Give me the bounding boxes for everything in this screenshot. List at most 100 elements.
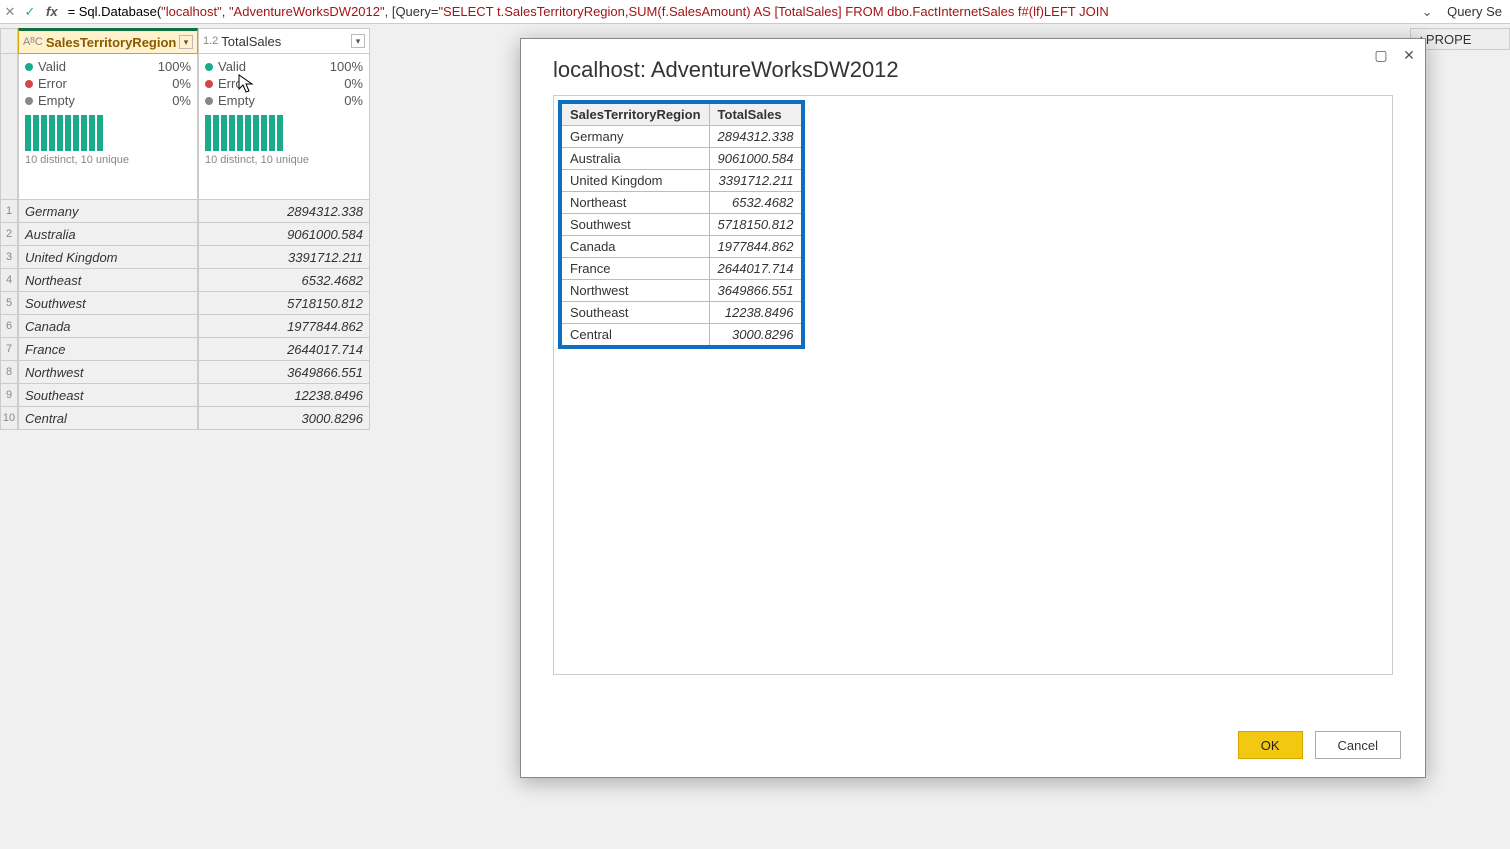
formula-expand-icon[interactable]: ⌄ (1415, 4, 1439, 20)
data-grid: AᴮC SalesTerritoryRegion ▾ 1.2 TotalSale… (0, 28, 372, 430)
maximize-icon[interactable]: ▢ (1371, 45, 1391, 65)
cell-sales[interactable]: 1977844.862 (198, 315, 370, 338)
formula-cancel-icon[interactable]: ✕ (0, 2, 20, 22)
formula-text[interactable]: = Sql.Database("localhost", "AdventureWo… (64, 4, 1416, 20)
cell-sales[interactable]: 2894312.338 (198, 200, 370, 223)
table-row[interactable]: 3United Kingdom3391712.211 (0, 246, 372, 269)
cell-sales[interactable]: 12238.8496 (198, 384, 370, 407)
table-row[interactable]: 10Central3000.8296 (0, 407, 372, 430)
row-number: 7 (0, 338, 18, 361)
row-number: 10 (0, 407, 18, 430)
cell-region[interactable]: United Kingdom (18, 246, 198, 269)
preview-col-sales: TotalSales (709, 102, 803, 126)
quality-gutter (0, 54, 18, 200)
preview-row: Germany2894312.338 (560, 126, 803, 148)
formula-str3: "SELECT t.SalesTerritoryRegion,SUM(f.Sal… (438, 4, 1108, 19)
preview-row: Northwest3649866.551 (560, 280, 803, 302)
empty-label: Empty (38, 92, 75, 109)
ok-button[interactable]: OK (1238, 731, 1303, 759)
error-dot-icon (205, 80, 213, 88)
cell-region[interactable]: Southeast (18, 384, 198, 407)
cell-region[interactable]: Central (18, 407, 198, 430)
cell-region[interactable]: Southwest (18, 292, 198, 315)
cell-sales[interactable]: 9061000.584 (198, 223, 370, 246)
preview-cell-region: Australia (560, 148, 709, 170)
preview-cell-sales: 2894312.338 (709, 126, 803, 148)
distribution-bars (205, 113, 363, 151)
error-label: Error (38, 75, 67, 92)
valid-dot-icon (205, 63, 213, 71)
error-label: Error (218, 75, 247, 92)
empty-dot-icon (205, 97, 213, 105)
preview-row: Australia9061000.584 (560, 148, 803, 170)
cell-sales[interactable]: 3391712.211 (198, 246, 370, 269)
formula-comma1: , (222, 4, 229, 19)
preview-cell-region: Northwest (560, 280, 709, 302)
column-filter-dropdown-icon[interactable]: ▾ (351, 34, 365, 48)
row-number: 3 (0, 246, 18, 269)
cancel-button[interactable]: Cancel (1315, 731, 1401, 759)
preview-row: Southeast12238.8496 (560, 302, 803, 324)
table-row[interactable]: 2Australia9061000.584 (0, 223, 372, 246)
formula-prefix: = Sql.Database( (68, 4, 162, 19)
query-settings-label: Query Se (1439, 4, 1510, 19)
preview-cell-sales: 3000.8296 (709, 324, 803, 348)
valid-dot-icon (25, 63, 33, 71)
preview-cell-region: Northeast (560, 192, 709, 214)
distribution-text: 10 distinct, 10 unique (205, 154, 363, 166)
table-row[interactable]: 9Southeast12238.8496 (0, 384, 372, 407)
empty-pct: 0% (172, 92, 191, 109)
preview-cell-region: United Kingdom (560, 170, 709, 192)
close-icon[interactable]: ✕ (1399, 45, 1419, 65)
cell-sales[interactable]: 3000.8296 (198, 407, 370, 430)
cell-region[interactable]: Northeast (18, 269, 198, 292)
preview-cell-region: Germany (560, 126, 709, 148)
preview-cell-sales: 3649866.551 (709, 280, 803, 302)
quality-cell-c2: Valid100% Error0% Empty0% 10 distinct, 1… (198, 54, 370, 200)
preview-cell-sales: 9061000.584 (709, 148, 803, 170)
error-dot-icon (25, 80, 33, 88)
table-row[interactable]: 4Northeast6532.4682 (0, 269, 372, 292)
distribution-bars (25, 113, 191, 151)
cell-region[interactable]: France (18, 338, 198, 361)
valid-pct: 100% (330, 58, 363, 75)
table-row[interactable]: 6Canada1977844.862 (0, 315, 372, 338)
cell-region[interactable]: Australia (18, 223, 198, 246)
formula-accept-icon[interactable]: ✓ (20, 2, 40, 22)
row-number-header[interactable] (0, 28, 18, 54)
cell-region[interactable]: Germany (18, 200, 198, 223)
preview-cell-sales: 6532.4682 (709, 192, 803, 214)
cell-sales[interactable]: 2644017.714 (198, 338, 370, 361)
type-text-icon: AᴮC (23, 36, 43, 48)
row-number: 2 (0, 223, 18, 246)
row-number: 4 (0, 269, 18, 292)
column-filter-dropdown-icon[interactable]: ▾ (179, 35, 193, 49)
table-row[interactable]: 5Southwest5718150.812 (0, 292, 372, 315)
fx-label: fx (40, 4, 64, 19)
cell-region[interactable]: Canada (18, 315, 198, 338)
preview-row: France2644017.714 (560, 258, 803, 280)
table-row[interactable]: 8Northwest3649866.551 (0, 361, 372, 384)
error-pct: 0% (172, 75, 191, 92)
cell-sales[interactable]: 6532.4682 (198, 269, 370, 292)
column-header-salesterritoryregion[interactable]: AᴮC SalesTerritoryRegion ▾ (18, 28, 198, 54)
cell-sales[interactable]: 5718150.812 (198, 292, 370, 315)
row-number: 5 (0, 292, 18, 315)
quality-cell-c1: Valid100% Error0% Empty0% 10 distinct, 1… (18, 54, 198, 200)
preview-row: Canada1977844.862 (560, 236, 803, 258)
table-row[interactable]: 1Germany2894312.338 (0, 200, 372, 223)
row-number: 6 (0, 315, 18, 338)
cell-sales[interactable]: 3649866.551 (198, 361, 370, 384)
preview-cell-region: France (560, 258, 709, 280)
formula-str1: "localhost" (161, 4, 222, 19)
preview-cell-sales: 5718150.812 (709, 214, 803, 236)
column-header-totalsales[interactable]: 1.2 TotalSales ▾ (198, 28, 370, 54)
preview-cell-sales: 12238.8496 (709, 302, 803, 324)
cell-region[interactable]: Northwest (18, 361, 198, 384)
table-row[interactable]: 7France2644017.714 (0, 338, 372, 361)
row-number: 1 (0, 200, 18, 223)
row-number: 8 (0, 361, 18, 384)
type-decimal-icon: 1.2 (203, 35, 218, 47)
preview-cell-region: Southeast (560, 302, 709, 324)
empty-pct: 0% (344, 92, 363, 109)
